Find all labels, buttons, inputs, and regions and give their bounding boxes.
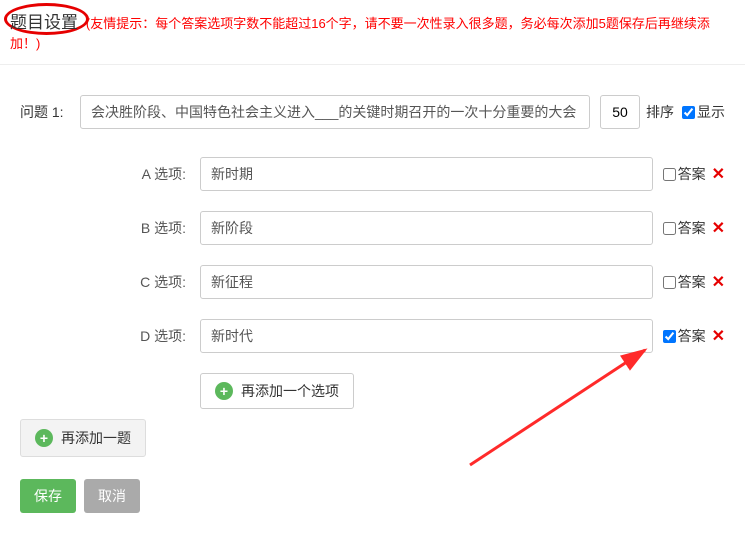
option-row-b: B 选项: 答案 ✕ xyxy=(120,211,725,245)
add-option-button[interactable]: + 再添加一个选项 xyxy=(200,373,354,409)
option-label: A 选项: xyxy=(120,164,200,184)
answer-toggle[interactable]: 答案 xyxy=(663,326,706,346)
options-area: A 选项: 答案 ✕ B 选项: 答案 ✕ C 选项: 答案 ✕ D 选项: 答… xyxy=(20,157,725,409)
option-row-c: C 选项: 答案 ✕ xyxy=(120,265,725,299)
add-question-label: 再添加一题 xyxy=(61,428,131,448)
answer-toggle[interactable]: 答案 xyxy=(663,164,706,184)
option-input[interactable] xyxy=(200,211,653,245)
option-label: C 选项: xyxy=(120,272,200,292)
option-label: D 选项: xyxy=(120,326,200,346)
show-label: 显示 xyxy=(697,102,725,122)
option-row-d: D 选项: 答案 ✕ xyxy=(120,319,725,353)
question-order-input[interactable] xyxy=(600,95,640,129)
cancel-button[interactable]: 取消 xyxy=(84,479,140,513)
delete-option-icon[interactable]: ✕ xyxy=(712,326,725,346)
answer-toggle[interactable]: 答案 xyxy=(663,272,706,292)
add-question-button[interactable]: + 再添加一题 xyxy=(20,419,146,457)
option-input[interactable] xyxy=(200,157,653,191)
question-row: 问题 1: 排序 显示 xyxy=(20,95,725,129)
show-checkbox[interactable] xyxy=(682,106,695,119)
answer-label: 答案 xyxy=(678,272,706,292)
order-label: 排序 xyxy=(646,102,674,122)
delete-option-icon[interactable]: ✕ xyxy=(712,272,725,292)
header: 题目设置 (友情提示：每个答案选项字数不能超过16个字，请不要一次性录入很多题，… xyxy=(0,0,745,65)
delete-option-icon[interactable]: ✕ xyxy=(712,164,725,184)
question-label: 问题 1: xyxy=(20,102,80,122)
add-option-label: 再添加一个选项 xyxy=(241,381,339,401)
answer-checkbox[interactable] xyxy=(663,168,676,181)
option-input[interactable] xyxy=(200,265,653,299)
answer-label: 答案 xyxy=(678,218,706,238)
answer-label: 答案 xyxy=(678,326,706,346)
answer-label: 答案 xyxy=(678,164,706,184)
option-input[interactable] xyxy=(200,319,653,353)
question-text-input[interactable] xyxy=(80,95,590,129)
plus-icon: + xyxy=(35,429,53,447)
hint-text: (友情提示：每个答案选项字数不能超过16个字，请不要一次性录入很多题，务必每次添… xyxy=(10,16,710,51)
option-label: B 选项: xyxy=(120,218,200,238)
save-button[interactable]: 保存 xyxy=(20,479,76,513)
answer-toggle[interactable]: 答案 xyxy=(663,218,706,238)
answer-checkbox[interactable] xyxy=(663,276,676,289)
page-title: 题目设置 xyxy=(10,8,78,33)
delete-option-icon[interactable]: ✕ xyxy=(712,218,725,238)
option-row-a: A 选项: 答案 ✕ xyxy=(120,157,725,191)
plus-icon: + xyxy=(215,382,233,400)
answer-checkbox[interactable] xyxy=(663,330,676,343)
answer-checkbox[interactable] xyxy=(663,222,676,235)
